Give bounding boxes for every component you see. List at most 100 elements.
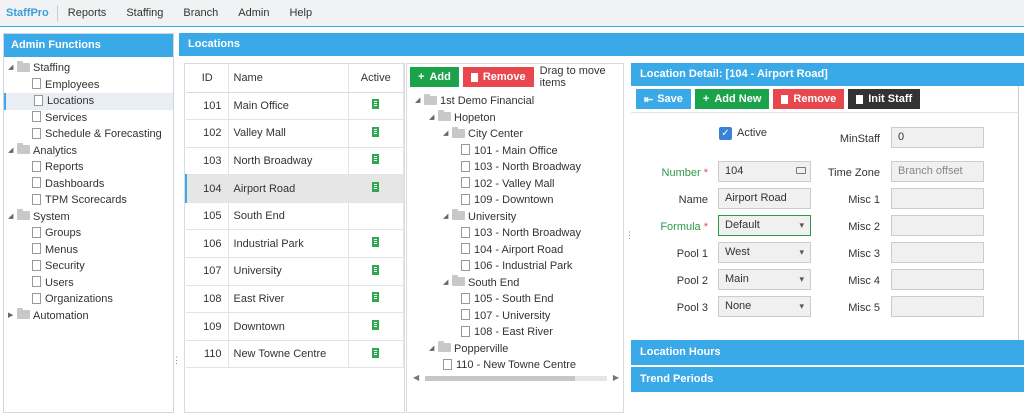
pool1-select[interactable]: West: [718, 242, 811, 263]
admin-tree-label: System: [33, 210, 70, 223]
detail-remove-button[interactable]: Remove: [773, 89, 845, 109]
top-menu-bar: StaffPro Reports Staffing Branch Admin H…: [0, 0, 1024, 27]
panel-splitter[interactable]: ⋮: [172, 355, 181, 366]
table-row[interactable]: 106 Industrial Park: [186, 229, 404, 259]
caret-down-icon[interactable]: ◢: [443, 126, 451, 143]
caret-down-icon[interactable]: ◢: [443, 209, 451, 226]
save-button[interactable]: ⇤ Save: [636, 89, 691, 109]
admin-tree-item-analytics[interactable]: ◢ Analytics: [4, 143, 173, 160]
admin-tree-item-automation[interactable]: ▶ Automation: [4, 308, 173, 325]
tree-remove-button[interactable]: Remove: [462, 67, 534, 87]
tree-node[interactable]: 103 - North Broadway: [407, 225, 623, 242]
column-header-id[interactable]: ID: [186, 64, 229, 93]
table-row[interactable]: 101 Main Office: [186, 92, 404, 121]
tree-add-button[interactable]: + Add: [410, 67, 459, 87]
location-active-cell: [348, 92, 404, 121]
tree-node[interactable]: ◢ South End: [407, 275, 623, 292]
document-icon: [32, 193, 41, 205]
tree-node[interactable]: 101 - Main Office: [407, 143, 623, 160]
admin-tree-item-schedule-forecasting[interactable]: Schedule & Forecasting: [4, 126, 173, 143]
admin-tree-item-tpm-scorecards[interactable]: TPM Scorecards: [4, 192, 173, 209]
tree-node[interactable]: ◢ 1st Demo Financial: [407, 93, 623, 110]
admin-tree-item-users[interactable]: Users: [4, 275, 173, 292]
number-field[interactable]: 104: [718, 161, 811, 182]
table-row[interactable]: 103 North Broadway: [186, 147, 404, 176]
menu-reports[interactable]: Reports: [58, 7, 117, 19]
tree-node-label: University: [468, 210, 517, 223]
admin-tree-item-services[interactable]: Services: [4, 110, 173, 127]
misc1-field[interactable]: [891, 188, 984, 209]
admin-tree-item-security[interactable]: Security: [4, 258, 173, 275]
admin-tree-item-reports[interactable]: Reports: [4, 159, 173, 176]
tree-node[interactable]: ◢ University: [407, 209, 623, 226]
caret-down-icon[interactable]: ◢: [8, 209, 16, 226]
caret-down-icon[interactable]: ◢: [429, 110, 437, 127]
caret-down-icon[interactable]: ◢: [8, 143, 16, 160]
tree-node[interactable]: 102 - Valley Mall: [407, 176, 623, 193]
menu-staffing[interactable]: Staffing: [116, 7, 173, 19]
column-header-active[interactable]: Active: [348, 64, 404, 93]
table-row[interactable]: 108 East River: [186, 285, 404, 314]
add-new-button[interactable]: + Add New: [694, 89, 770, 109]
misc4-field[interactable]: [891, 269, 984, 290]
scroll-right-icon[interactable]: ▶: [613, 373, 619, 382]
formula-select[interactable]: Default: [718, 215, 811, 236]
menu-branch[interactable]: Branch: [173, 7, 228, 19]
admin-tree-item-groups[interactable]: Groups: [4, 225, 173, 242]
table-row[interactable]: 109 Downtown: [186, 312, 404, 341]
table-row[interactable]: 107 University: [186, 257, 404, 286]
caret-down-icon[interactable]: ◢: [429, 341, 437, 358]
caret-down-icon[interactable]: ◢: [443, 275, 451, 292]
misc5-field[interactable]: [891, 296, 984, 317]
scroll-thumb[interactable]: [425, 376, 575, 381]
tree-node[interactable]: ◢ Popperville: [407, 341, 623, 358]
misc2-field[interactable]: [891, 215, 984, 236]
building-icon: [372, 182, 380, 193]
tree-node[interactable]: 105 - South End: [407, 291, 623, 308]
misc3-field[interactable]: [891, 242, 984, 263]
admin-tree-item-staffing[interactable]: ◢ Staffing: [4, 60, 173, 77]
name-field[interactable]: Airport Road: [718, 188, 811, 209]
pool3-select[interactable]: None: [718, 296, 811, 317]
tree-node[interactable]: ◢ Hopeton: [407, 110, 623, 127]
tree-node[interactable]: 103 - North Broadway: [407, 159, 623, 176]
caret-down-icon[interactable]: ◢: [415, 93, 423, 110]
document-icon: [32, 160, 41, 172]
tree-node[interactable]: 104 - Airport Road: [407, 242, 623, 259]
trend-periods-section[interactable]: Trend Periods: [631, 367, 1024, 392]
timezone-field[interactable]: Branch offset: [891, 161, 984, 182]
document-icon: [461, 177, 470, 189]
table-row[interactable]: 105 South End: [186, 202, 404, 231]
tree-node[interactable]: 108 - East River: [407, 324, 623, 341]
caret-down-icon[interactable]: ◢: [8, 60, 16, 77]
minstaff-field[interactable]: 0: [891, 127, 984, 148]
column-header-name[interactable]: Name: [228, 64, 349, 93]
active-label: Active: [737, 127, 767, 139]
admin-tree-item-menus[interactable]: Menus: [4, 242, 173, 259]
table-row[interactable]: 110 New Towne Centre: [186, 340, 404, 369]
table-row[interactable]: 104 Airport Road: [185, 174, 404, 203]
active-checkbox[interactable]: ✓: [719, 127, 732, 140]
menu-admin[interactable]: Admin: [228, 7, 279, 19]
pool2-select[interactable]: Main: [718, 269, 811, 290]
table-row[interactable]: 102 Valley Mall: [186, 119, 404, 148]
misc4-label: Misc 4: [848, 275, 880, 287]
init-staff-button[interactable]: Init Staff: [848, 89, 921, 109]
admin-tree-item-system[interactable]: ◢ System: [4, 209, 173, 226]
horizontal-scrollbar[interactable]: ◀ ▶: [411, 373, 621, 383]
admin-tree-item-locations[interactable]: Locations: [4, 93, 173, 110]
admin-tree-item-employees[interactable]: Employees: [4, 77, 173, 94]
tree-node[interactable]: 110 - New Towne Centre: [407, 357, 623, 374]
scroll-left-icon[interactable]: ◀: [413, 373, 419, 382]
tree-node[interactable]: 109 - Downtown: [407, 192, 623, 209]
location-hours-section[interactable]: Location Hours: [631, 340, 1024, 365]
admin-tree-item-dashboards[interactable]: Dashboards: [4, 176, 173, 193]
tree-node[interactable]: 106 - Industrial Park: [407, 258, 623, 275]
folder-icon: [438, 110, 451, 122]
tree-node[interactable]: ◢ City Center: [407, 126, 623, 143]
admin-tree-item-organizations[interactable]: Organizations: [4, 291, 173, 308]
brand-logo[interactable]: StaffPro: [0, 4, 58, 22]
caret-right-icon[interactable]: ▶: [8, 308, 16, 325]
tree-node[interactable]: 107 - University: [407, 308, 623, 325]
menu-help[interactable]: Help: [279, 7, 322, 19]
